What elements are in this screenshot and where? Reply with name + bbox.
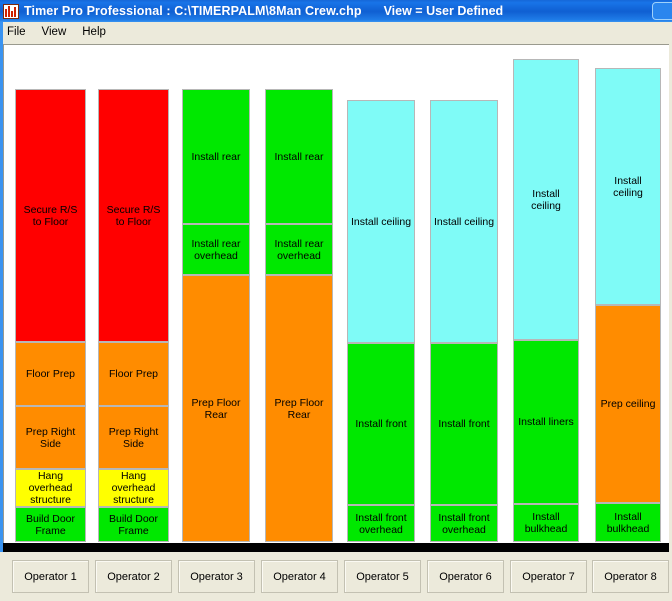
task-block[interactable]: Hang overhead structure — [15, 469, 86, 507]
task-block[interactable]: Install bulkhead — [513, 504, 579, 542]
task-block[interactable]: Install front overhead — [430, 505, 498, 542]
operator-column[interactable]: Install ceiling Install liners Install bul… — [513, 45, 579, 543]
operator-button-label: Operator 6 — [439, 570, 492, 583]
chart-baseline-axis — [3, 543, 669, 552]
operator-button-label: Operator 8 — [604, 570, 657, 583]
task-block[interactable]: Install ceiling — [347, 100, 415, 343]
task-block[interactable]: Floor Prep — [15, 342, 86, 406]
task-block[interactable]: Install rear — [182, 89, 250, 224]
task-block-label: Secure R/S to Floor — [23, 203, 78, 228]
task-block[interactable]: Build Door Frame — [15, 507, 86, 542]
operator-column[interactable]: Install ceiling Install front Install fron… — [430, 45, 498, 543]
task-block-label: Floor Prep — [108, 368, 159, 380]
task-block[interactable]: Install ceiling — [430, 100, 498, 343]
task-block-label: Prep Right Side — [25, 425, 76, 450]
task-block[interactable]: Install front — [347, 343, 415, 505]
operator-button[interactable]: Operator 5 — [344, 560, 421, 593]
timer-pro-window: Timer Pro Professional : C:\TIMERPALM\8M… — [0, 0, 672, 601]
task-block-label: Build Door Frame — [108, 512, 159, 537]
task-block-label: Install ceiling — [531, 187, 561, 212]
operator-button[interactable]: Operator 2 — [95, 560, 172, 593]
task-block-label: Install front — [355, 418, 407, 430]
operator-button[interactable]: Operator 8 — [592, 560, 669, 593]
task-block-label: Install rear — [191, 150, 241, 163]
task-block-label: Install ceiling — [433, 215, 495, 228]
operator-button[interactable]: Operator 6 — [427, 560, 504, 593]
operator-button-label: Operator 1 — [24, 570, 77, 583]
task-block-label: Secure R/S to Floor — [106, 203, 161, 228]
task-block-label: Hang overhead structure — [28, 470, 73, 506]
task-block[interactable]: Prep Floor Rear — [182, 275, 250, 542]
operator-balance-chart: Secure R/S to Floor Floor Prep Prep Right … — [3, 44, 669, 543]
task-block[interactable]: Install ceiling — [513, 59, 579, 340]
operator-button-label: Operator 5 — [356, 570, 409, 583]
menu-item-file[interactable]: File — [7, 25, 34, 39]
operator-column[interactable]: Install ceiling Prep ceiling Install bulkh… — [595, 45, 661, 543]
operator-button-label: Operator 7 — [522, 570, 575, 583]
operator-column[interactable]: Install ceiling Install front Install fron… — [347, 45, 415, 543]
operator-column[interactable]: Secure R/S to Floor Floor Prep Prep Right … — [15, 45, 86, 543]
operator-column[interactable]: Install rear Install rear overhead Prep Fl… — [182, 45, 250, 543]
view-mode-label: View = User Defined — [383, 4, 504, 18]
task-block-label: Prep ceiling — [600, 398, 656, 410]
task-block[interactable]: Install rear overhead — [265, 224, 333, 275]
task-block-label: Install bulkhead — [524, 511, 568, 535]
task-block-label: Hang overhead structure — [111, 470, 156, 506]
task-block-label: Prep Floor Rear — [191, 396, 241, 421]
task-block-label: Prep Floor Rear — [274, 396, 324, 421]
task-block-label: Install liners — [518, 416, 574, 428]
task-block-label: Install front overhead — [355, 511, 407, 536]
task-block[interactable]: Prep ceiling — [595, 305, 661, 503]
operator-button[interactable]: Operator 4 — [261, 560, 338, 593]
operator-button[interactable]: Operator 3 — [178, 560, 255, 593]
task-block-label: Install rear overhead — [191, 237, 241, 262]
task-block[interactable]: Install front overhead — [347, 505, 415, 542]
task-block[interactable]: Secure R/S to Floor — [98, 89, 169, 342]
operator-column[interactable]: Install rear Install rear overhead Prep Fl… — [265, 45, 333, 543]
operator-button-label: Operator 2 — [107, 570, 160, 583]
task-block[interactable]: Prep Floor Rear — [265, 275, 333, 542]
chart-plot-area: Secure R/S to Floor Floor Prep Prep Right … — [4, 45, 669, 543]
task-block[interactable]: Install bulkhead — [595, 503, 661, 542]
bar-chart-app-icon — [3, 3, 19, 19]
operator-button-bar: Operator 1 Operator 2 Operator 3 Operator 4… — [0, 552, 672, 601]
task-block-label: Floor Prep — [25, 368, 76, 380]
task-block[interactable]: Prep Right Side — [15, 406, 86, 469]
task-block[interactable]: Build Door Frame — [98, 507, 169, 542]
task-block[interactable]: Install front — [430, 343, 498, 505]
menu-item-help[interactable]: Help — [82, 25, 114, 39]
task-block-label: Install rear overhead — [274, 237, 324, 262]
task-block[interactable]: Prep Right Side — [98, 406, 169, 469]
operator-button-label: Operator 3 — [190, 570, 243, 583]
task-block[interactable]: Hang overhead structure — [98, 469, 169, 507]
task-block-label: Build Door Frame — [25, 512, 76, 537]
title-bar: Timer Pro Professional : C:\TIMERPALM\8M… — [0, 0, 672, 22]
task-block[interactable]: Floor Prep — [98, 342, 169, 406]
window-title: Timer Pro Professional : C:\TIMERPALM\8M… — [24, 4, 362, 18]
menu-bar: File View Help — [0, 22, 672, 42]
task-block-label: Install ceiling — [350, 215, 412, 228]
task-block[interactable]: Install rear — [265, 89, 333, 224]
operator-button[interactable]: Operator 7 — [510, 560, 587, 593]
task-block-label: Install bulkhead — [606, 510, 650, 535]
operator-button[interactable]: Operator 1 — [12, 560, 89, 593]
operator-button-label: Operator 4 — [273, 570, 326, 583]
task-block[interactable]: Secure R/S to Floor — [15, 89, 86, 342]
task-block-label: Install ceiling — [613, 174, 643, 199]
restore-window-button[interactable] — [652, 2, 672, 20]
menu-item-view[interactable]: View — [42, 25, 75, 39]
task-block[interactable]: Install liners — [513, 340, 579, 504]
task-block[interactable]: Install rear overhead — [182, 224, 250, 275]
task-block-label: Install front overhead — [438, 511, 490, 536]
task-block[interactable]: Install ceiling — [595, 68, 661, 305]
task-block-label: Prep Right Side — [108, 425, 159, 450]
task-block-label: Install rear — [274, 150, 324, 163]
operator-column[interactable]: Secure R/S to Floor Floor Prep Prep Right … — [98, 45, 169, 543]
task-block-label: Install front — [438, 418, 490, 430]
